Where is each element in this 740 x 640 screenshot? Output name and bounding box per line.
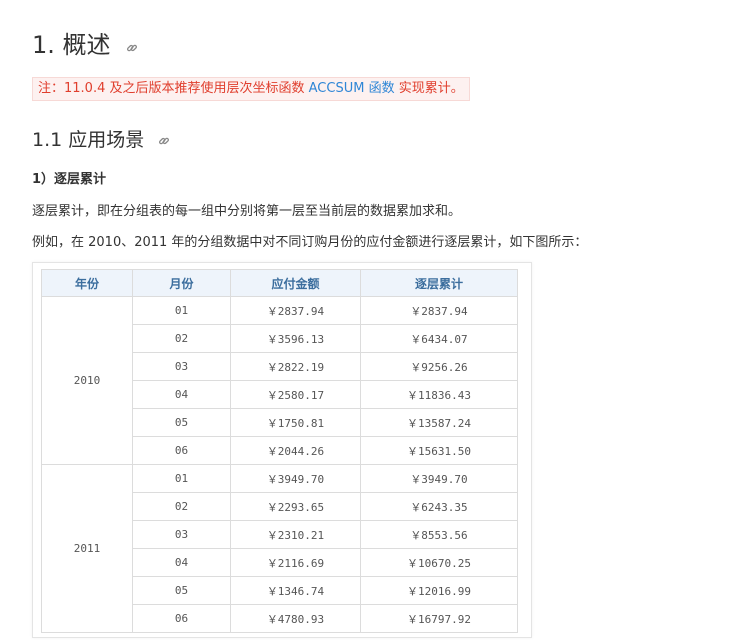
accsum-link[interactable]: ACCSUM — [309, 81, 365, 96]
amount-cell: ￥1346.74 — [230, 576, 361, 605]
function-link[interactable]: 函数 — [369, 81, 395, 96]
month-cell: 03 — [132, 352, 231, 381]
amount-cell: ￥2310.21 — [230, 520, 361, 549]
page-title-text: 1. 概述 — [32, 31, 111, 59]
version-note: 注：11.0.4 及之后版本推荐使用层次坐标函数 ACCSUM 函数 实现累计。 — [32, 77, 470, 101]
cumulative-cell: ￥2837.94 — [360, 296, 518, 325]
page-title: 1. 概述 — [32, 28, 138, 63]
amount-cell: ￥2044.26 — [230, 436, 361, 465]
amount-cell: ￥3596.13 — [230, 324, 361, 353]
month-cell: 04 — [132, 380, 231, 409]
paragraph-example: 例如，在 2010、2011 年的分组数据中对不同订购月份的应付金额进行逐层累计… — [32, 235, 588, 250]
cumulative-cell: ￥11836.43 — [360, 380, 518, 409]
amount-cell: ￥2580.17 — [230, 380, 361, 409]
table-row: 2010 01 ￥2837.94 ￥2837.94 — [41, 296, 518, 465]
month-cell: 05 — [132, 576, 231, 605]
cumulative-cell: ￥8553.56 — [360, 520, 518, 549]
cumulative-cell: ￥9256.26 — [360, 352, 518, 381]
note-prefix: 注：11.0.4 及之后版本推荐使用层次坐标函数 — [38, 81, 309, 96]
month-cell: 03 — [132, 520, 231, 549]
header-cumulative: 逐层累计 — [360, 269, 518, 297]
cumulative-cell: ￥12016.99 — [360, 576, 518, 605]
note-suffix: 实现累计。 — [394, 81, 464, 96]
header-year: 年份 — [41, 269, 133, 297]
section-heading: 1.1 应用场景 — [32, 126, 170, 155]
month-cell: 05 — [132, 408, 231, 437]
example-table-figure: 年份 月份 应付金额 逐层累计 2010 01 ￥2837.94 ￥2837.94 02… — [32, 262, 532, 638]
link-icon[interactable] — [126, 29, 138, 63]
cumulative-cell: ￥16797.92 — [360, 604, 518, 633]
amount-cell: ￥1750.81 — [230, 408, 361, 437]
year-cell: 2010 — [41, 296, 133, 465]
section-heading-text: 1.1 应用场景 — [32, 129, 145, 151]
link-icon[interactable] — [158, 127, 170, 155]
cumulative-cell: ￥6434.07 — [360, 324, 518, 353]
cumulative-cell: ￥3949.70 — [360, 464, 518, 493]
amount-cell: ￥2822.19 — [230, 352, 361, 381]
table-header-row: 年份 月份 应付金额 逐层累计 — [41, 269, 518, 297]
subsection-heading: 1）逐层累计 — [32, 172, 107, 187]
amount-cell: ￥4780.93 — [230, 604, 361, 633]
amount-cell: ￥3949.70 — [230, 464, 361, 493]
header-amount: 应付金额 — [230, 269, 361, 297]
month-cell: 01 — [132, 464, 231, 493]
cumulative-cell: ￥15631.50 — [360, 436, 518, 465]
header-month: 月份 — [132, 269, 231, 297]
month-cell: 04 — [132, 548, 231, 577]
amount-cell: ￥2116.69 — [230, 548, 361, 577]
month-cell: 02 — [132, 492, 231, 521]
month-cell: 06 — [132, 604, 231, 633]
month-cell: 02 — [132, 324, 231, 353]
year-cell: 2011 — [41, 464, 133, 633]
month-cell: 01 — [132, 296, 231, 325]
cumulative-cell: ￥6243.35 — [360, 492, 518, 521]
data-table: 年份 月份 应付金额 逐层累计 2010 01 ￥2837.94 ￥2837.94 02… — [41, 269, 518, 633]
amount-cell: ￥2293.65 — [230, 492, 361, 521]
table-row: 2011 01 ￥3949.70 ￥3949.70 — [41, 464, 518, 633]
cumulative-cell: ￥10670.25 — [360, 548, 518, 577]
month-cell: 06 — [132, 436, 231, 465]
cumulative-cell: ￥13587.24 — [360, 408, 518, 437]
amount-cell: ￥2837.94 — [230, 296, 361, 325]
paragraph-definition: 逐层累计，即在分组表的每一组中分别将第一层至当前层的数据累加求和。 — [32, 204, 462, 219]
